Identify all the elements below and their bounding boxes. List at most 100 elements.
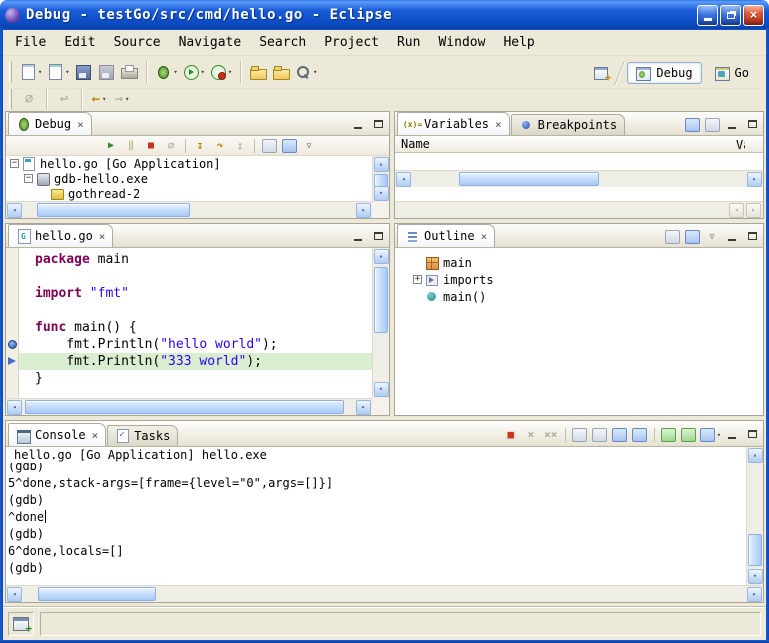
variables-tree[interactable] bbox=[395, 153, 763, 170]
outline-tree[interactable]: main+importsmain() bbox=[395, 248, 763, 415]
editor-horizontal-scrollbar[interactable]: ◂ ▸ bbox=[6, 398, 372, 415]
name-column-header[interactable]: Name bbox=[401, 137, 430, 151]
instruction-pointer-icon[interactable] bbox=[8, 357, 16, 365]
show-stderr-icon[interactable] bbox=[631, 426, 649, 443]
editor-vertical-scrollbar[interactable]: ▴ ▾ bbox=[372, 248, 389, 398]
restore-button[interactable] bbox=[720, 5, 741, 26]
menu-project[interactable]: Project bbox=[315, 31, 388, 54]
remove-launch-icon[interactable]: × bbox=[522, 426, 540, 443]
menu-help[interactable]: Help bbox=[494, 31, 543, 54]
menu-window[interactable]: Window bbox=[429, 31, 494, 54]
menu-file[interactable]: File bbox=[6, 31, 55, 54]
debug-vertical-scrollbar[interactable]: ▴ ▾ bbox=[372, 156, 389, 202]
variables-column-header[interactable]: Name Value bbox=[395, 136, 746, 153]
tab-outline[interactable]: Outline× bbox=[397, 224, 495, 247]
maximize-view-icon[interactable] bbox=[743, 116, 761, 132]
close-icon[interactable]: × bbox=[481, 230, 488, 243]
remove-all-launches-icon[interactable]: ×× bbox=[542, 426, 560, 443]
open-project-button[interactable] bbox=[270, 60, 292, 84]
scroll-up-icon[interactable]: ▴ bbox=[374, 249, 389, 264]
value-column-header[interactable]: Value bbox=[736, 136, 745, 153]
outline-view-menu-icon[interactable]: ▽ bbox=[703, 228, 721, 245]
scroll-right-icon[interactable]: ▸ bbox=[746, 203, 761, 218]
console-horizontal-scrollbar[interactable]: ◂ ▸ bbox=[6, 585, 763, 602]
new-go-element-button[interactable]: ▾ bbox=[45, 60, 71, 84]
maximize-view-icon[interactable] bbox=[743, 426, 761, 442]
variables-horizontal-scrollbar[interactable]: ◂ ▸ bbox=[395, 170, 763, 187]
debug-horizontal-scrollbar[interactable]: ◂ ▸ bbox=[6, 201, 372, 218]
resume-icon[interactable]: ▶ bbox=[102, 137, 120, 154]
minimize-view-icon[interactable] bbox=[723, 116, 741, 132]
maximize-view-icon[interactable] bbox=[743, 228, 761, 244]
collapse-icon[interactable]: − bbox=[10, 159, 19, 168]
console-output[interactable]: (gdb)5^done,stack-args=[frame={level="0"… bbox=[6, 463, 746, 585]
editor-gutter[interactable] bbox=[6, 248, 19, 398]
scroll-up-icon[interactable]: ▴ bbox=[748, 448, 763, 463]
external-tools-button[interactable]: ▾ bbox=[208, 60, 234, 84]
expand-icon[interactable]: + bbox=[413, 275, 422, 284]
scrollbar-track[interactable] bbox=[373, 173, 390, 185]
close-icon[interactable]: × bbox=[77, 118, 84, 131]
terminate-icon[interactable]: ■ bbox=[502, 426, 520, 443]
debug-tree[interactable]: −hello.go [Go Application]−gdb-hello.exe… bbox=[6, 156, 372, 202]
scrollbar-thumb[interactable] bbox=[374, 267, 388, 333]
scrollbar-track[interactable] bbox=[747, 464, 764, 568]
close-icon[interactable]: × bbox=[99, 230, 106, 243]
terminate-icon[interactable]: ■ bbox=[142, 137, 160, 154]
sc[interactable] bbox=[591, 426, 609, 443]
scroll-right-icon[interactable]: ▸ bbox=[356, 203, 371, 218]
collapse-all-icon[interactable] bbox=[703, 116, 721, 133]
debug-view-menu-icon[interactable]: ▽ bbox=[300, 137, 318, 154]
scroll-left-icon[interactable]: ◂ bbox=[7, 587, 22, 602]
tree-item[interactable]: −gdb-hello.exe bbox=[6, 171, 372, 186]
open-perspective-button[interactable] bbox=[590, 61, 612, 85]
tab-console[interactable]: Console× bbox=[8, 423, 106, 446]
scroll-right-icon[interactable]: ▸ bbox=[356, 400, 371, 415]
perspective-debug-button[interactable]: Debug bbox=[627, 62, 701, 84]
scrollbar-track[interactable] bbox=[412, 171, 746, 188]
minimize-view-icon[interactable] bbox=[349, 116, 367, 132]
minimize-view-icon[interactable] bbox=[723, 228, 741, 244]
save-all-button[interactable] bbox=[95, 60, 117, 84]
scroll-down-icon[interactable]: ▾ bbox=[748, 569, 763, 584]
tree-item[interactable]: main() bbox=[409, 288, 763, 305]
maximize-view-icon[interactable] bbox=[369, 228, 387, 244]
scroll-left-icon[interactable]: ◂ bbox=[396, 172, 411, 187]
close-button[interactable]: × bbox=[743, 5, 764, 26]
suspend-icon[interactable]: ‖ bbox=[122, 137, 140, 154]
link-with-editor-icon[interactable] bbox=[663, 228, 681, 245]
tree-item[interactable]: gothread-2 bbox=[6, 186, 372, 201]
scroll-left-icon[interactable]: ◂ bbox=[7, 203, 22, 218]
scrollbar-track[interactable] bbox=[23, 399, 355, 416]
back-icon[interactable]: ←▾ bbox=[88, 87, 110, 111]
fast-view-icon[interactable] bbox=[13, 617, 29, 631]
new-wizard-button[interactable]: ▾ bbox=[18, 60, 44, 84]
debug-launch-button[interactable]: ▾ bbox=[153, 60, 179, 84]
collapse-icon[interactable]: − bbox=[24, 174, 33, 183]
scroll-left-icon[interactable]: ◂ bbox=[7, 400, 22, 415]
menu-run[interactable]: Run bbox=[388, 31, 429, 54]
scrollbar-thumb[interactable] bbox=[748, 534, 762, 566]
show-stdout-icon[interactable] bbox=[611, 426, 629, 443]
search-button[interactable]: ▾ bbox=[293, 60, 319, 84]
minimize-button[interactable] bbox=[697, 5, 718, 26]
tree-item[interactable]: main bbox=[409, 254, 763, 271]
code-editor[interactable]: package mainimport "fmt"func main() { fm… bbox=[6, 248, 372, 398]
step-over-icon[interactable]: ↷ bbox=[211, 137, 229, 154]
scrollbar-track[interactable] bbox=[23, 586, 746, 603]
scrollbar-thumb[interactable] bbox=[25, 400, 344, 414]
scroll-down-icon[interactable]: ▾ bbox=[374, 382, 389, 397]
variables-detail-scrollbar[interactable]: ◂ ▸ bbox=[395, 201, 763, 218]
step-into-icon[interactable]: ↧ bbox=[191, 137, 209, 154]
scrollbar-thumb[interactable] bbox=[37, 203, 190, 217]
toolbar-grip[interactable] bbox=[9, 62, 12, 82]
disconnect-icon[interactable]: ∅ bbox=[162, 137, 180, 154]
print-button[interactable] bbox=[118, 60, 140, 84]
last-edit-location-icon[interactable]: ↩ bbox=[53, 87, 75, 111]
drop-to-frame-icon[interactable] bbox=[260, 137, 278, 154]
scroll-right-icon[interactable]: ▸ bbox=[747, 587, 762, 602]
save-button[interactable] bbox=[72, 60, 94, 84]
menu-edit[interactable]: Edit bbox=[55, 31, 104, 54]
menu-source[interactable]: Source bbox=[105, 31, 170, 54]
code-area[interactable]: package mainimport "fmt"func main() { fm… bbox=[19, 248, 372, 398]
